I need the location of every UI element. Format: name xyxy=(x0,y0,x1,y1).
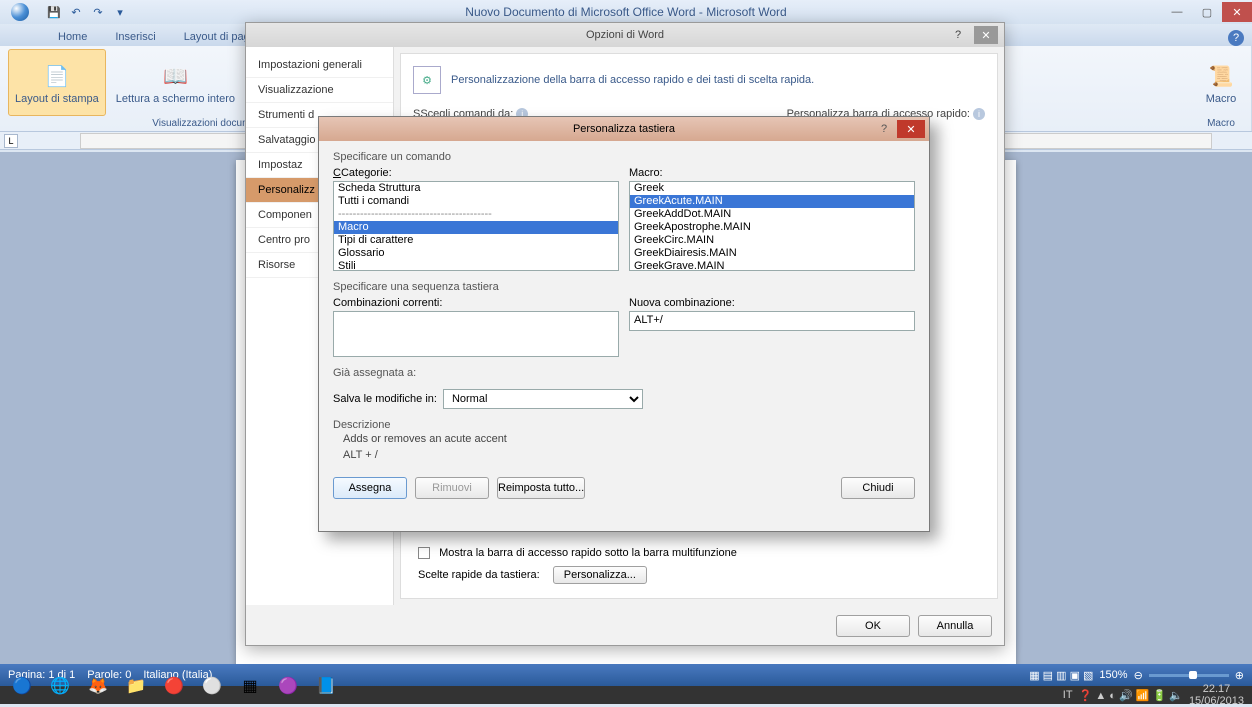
category-item[interactable]: Tutti i comandi xyxy=(334,195,618,208)
customize-keyboard-dialog: Personalizza tastiera ? ✕ Specificare un… xyxy=(318,116,930,532)
app-title: Nuovo Documento di Microsoft Office Word… xyxy=(465,5,786,19)
category-item[interactable]: Scheda Struttura xyxy=(334,182,618,195)
save-icon[interactable]: 💾 xyxy=(46,4,62,20)
help-icon[interactable]: ? xyxy=(1228,30,1244,46)
assign-button[interactable]: Assegna xyxy=(333,477,407,499)
ok-button[interactable]: OK xyxy=(836,615,910,637)
macro-label: Macro: xyxy=(629,167,915,179)
customize-shortcuts-button[interactable]: Personalizza... xyxy=(553,566,647,584)
show-below-label: Mostra la barra di accesso rapido sotto … xyxy=(439,547,737,559)
options-header: Personalizzazione della barra di accesso… xyxy=(451,74,814,86)
description-line1: Adds or removes an acute accent xyxy=(333,431,915,447)
fullscreen-icon: 📖 xyxy=(159,61,191,93)
category-item[interactable]: Tipi di carattere xyxy=(334,234,618,247)
taskbar-ie-icon[interactable]: 🌐 xyxy=(42,668,78,704)
options-help-button[interactable]: ? xyxy=(948,26,968,44)
macro-button[interactable]: 📜 Macro xyxy=(1199,49,1243,116)
macro-item[interactable]: GreekDiairesis.MAIN xyxy=(630,247,914,260)
maximize-button[interactable]: ▢ xyxy=(1192,2,1222,22)
category-separator: ----------------------------------------… xyxy=(334,208,618,221)
group-macro-label: Macro xyxy=(1207,116,1235,131)
print-layout-button[interactable]: 📄 Layout di stampa xyxy=(8,49,106,116)
customize-qat-icon: ⚙ xyxy=(413,66,441,94)
category-item-selected[interactable]: Macro xyxy=(334,221,618,234)
category-item[interactable]: Glossario xyxy=(334,247,618,260)
macros-listbox[interactable]: Greek GreekAcute.MAIN GreekAddDot.MAIN G… xyxy=(629,181,915,271)
categories-label: CCategorie: xyxy=(333,167,619,179)
taskbar-explorer-icon[interactable]: 📁 xyxy=(118,668,154,704)
undo-icon[interactable]: ↶ xyxy=(68,4,84,20)
categories-listbox[interactable]: Scheda Struttura Tutti i comandi -------… xyxy=(333,181,619,271)
minimize-button[interactable]: — xyxy=(1162,2,1192,22)
current-keys-listbox[interactable] xyxy=(333,311,619,357)
show-below-checkbox[interactable] xyxy=(418,547,430,559)
new-key-label: Nuova combinazione: xyxy=(629,297,915,309)
close-kb-button[interactable]: Chiudi xyxy=(841,477,915,499)
macro-item[interactable]: GreekApostrophe.MAIN xyxy=(630,221,914,234)
taskbar-hp-icon[interactable]: ⚪ xyxy=(194,668,230,704)
zoom-slider[interactable] xyxy=(1149,674,1229,677)
save-in-select[interactable]: Normal xyxy=(443,389,643,409)
print-layout-icon: 📄 xyxy=(41,61,73,93)
nav-display[interactable]: Visualizzazione xyxy=(246,78,393,103)
remove-button[interactable]: Rimuovi xyxy=(415,477,489,499)
taskbar-firefox-icon[interactable]: 🦊 xyxy=(80,668,116,704)
tab-home[interactable]: Home xyxy=(46,28,99,46)
tray-icons[interactable]: ❓ ▲ ◐ 🔊 📶 🔋 🔈 xyxy=(1079,689,1183,702)
reset-all-button[interactable]: Reimposta tutto... xyxy=(497,477,585,499)
redo-icon[interactable]: ↷ xyxy=(90,4,106,20)
description-label: Descrizione xyxy=(333,419,915,431)
macro-item[interactable]: GreekGrave.MAIN xyxy=(630,260,914,271)
zoom-level[interactable]: 150% xyxy=(1099,669,1127,681)
specify-sequence-label: Specificare una sequenza tastiera xyxy=(333,281,915,293)
tab-insert[interactable]: Inserisci xyxy=(103,28,167,46)
category-item[interactable]: Stili xyxy=(334,260,618,271)
macro-item[interactable]: GreekAddDot.MAIN xyxy=(630,208,914,221)
close-button[interactable]: ✕ xyxy=(1222,2,1252,22)
tray-clock[interactable]: 22.17 15/06/2013 xyxy=(1189,683,1248,707)
current-keys-label: Combinazioni correnti: xyxy=(333,297,619,309)
kb-shortcuts-label: Scelte rapide da tastiera: xyxy=(418,569,540,581)
kb-help-button[interactable]: ? xyxy=(873,120,895,138)
info-icon[interactable]: i xyxy=(973,108,985,120)
cancel-button[interactable]: Annulla xyxy=(918,615,992,637)
kb-close-button[interactable]: ✕ xyxy=(897,120,925,138)
kb-dialog-title: Personalizza tastiera xyxy=(573,123,675,135)
zoom-in-button[interactable]: ⊕ xyxy=(1235,669,1244,682)
taskbar-nero-icon[interactable]: 🔴 xyxy=(156,668,192,704)
new-key-input[interactable]: ALT+/ xyxy=(629,311,915,331)
taskbar-bittorrent-icon[interactable]: 🟣 xyxy=(270,668,306,704)
tab-type-selector[interactable]: L xyxy=(4,134,18,148)
description-line2: ALT + / xyxy=(333,447,915,463)
fullscreen-reading-button[interactable]: 📖 Lettura a schermo intero xyxy=(110,49,241,116)
view-buttons[interactable]: ▦ ▤ ▥ ▣ ▧ xyxy=(1029,669,1093,682)
taskbar-word-icon[interactable]: 📘 xyxy=(308,668,344,704)
assigned-to-label: Già assegnata a: xyxy=(333,367,915,379)
save-in-label: Salva le modifiche in: xyxy=(333,393,437,405)
options-title: Opzioni di Word xyxy=(586,29,664,41)
macro-item-selected[interactable]: GreekAcute.MAIN xyxy=(630,195,914,208)
macro-icon: 📜 xyxy=(1205,61,1237,93)
zoom-out-button[interactable]: ⊖ xyxy=(1134,669,1143,682)
tray-language[interactable]: IT xyxy=(1063,689,1073,701)
options-close-button[interactable]: ✕ xyxy=(974,26,998,44)
qat-dropdown-icon[interactable]: ▾ xyxy=(112,4,128,20)
start-button[interactable]: 🔵 xyxy=(4,668,40,704)
specify-command-label: Specificare un comando xyxy=(333,151,915,163)
macro-item[interactable]: GreekCirc.MAIN xyxy=(630,234,914,247)
nav-general[interactable]: Impostazioni generali xyxy=(246,53,393,78)
macro-item[interactable]: Greek xyxy=(630,182,914,195)
taskbar-app-icon[interactable]: ▦ xyxy=(232,668,268,704)
office-button[interactable] xyxy=(0,0,40,24)
